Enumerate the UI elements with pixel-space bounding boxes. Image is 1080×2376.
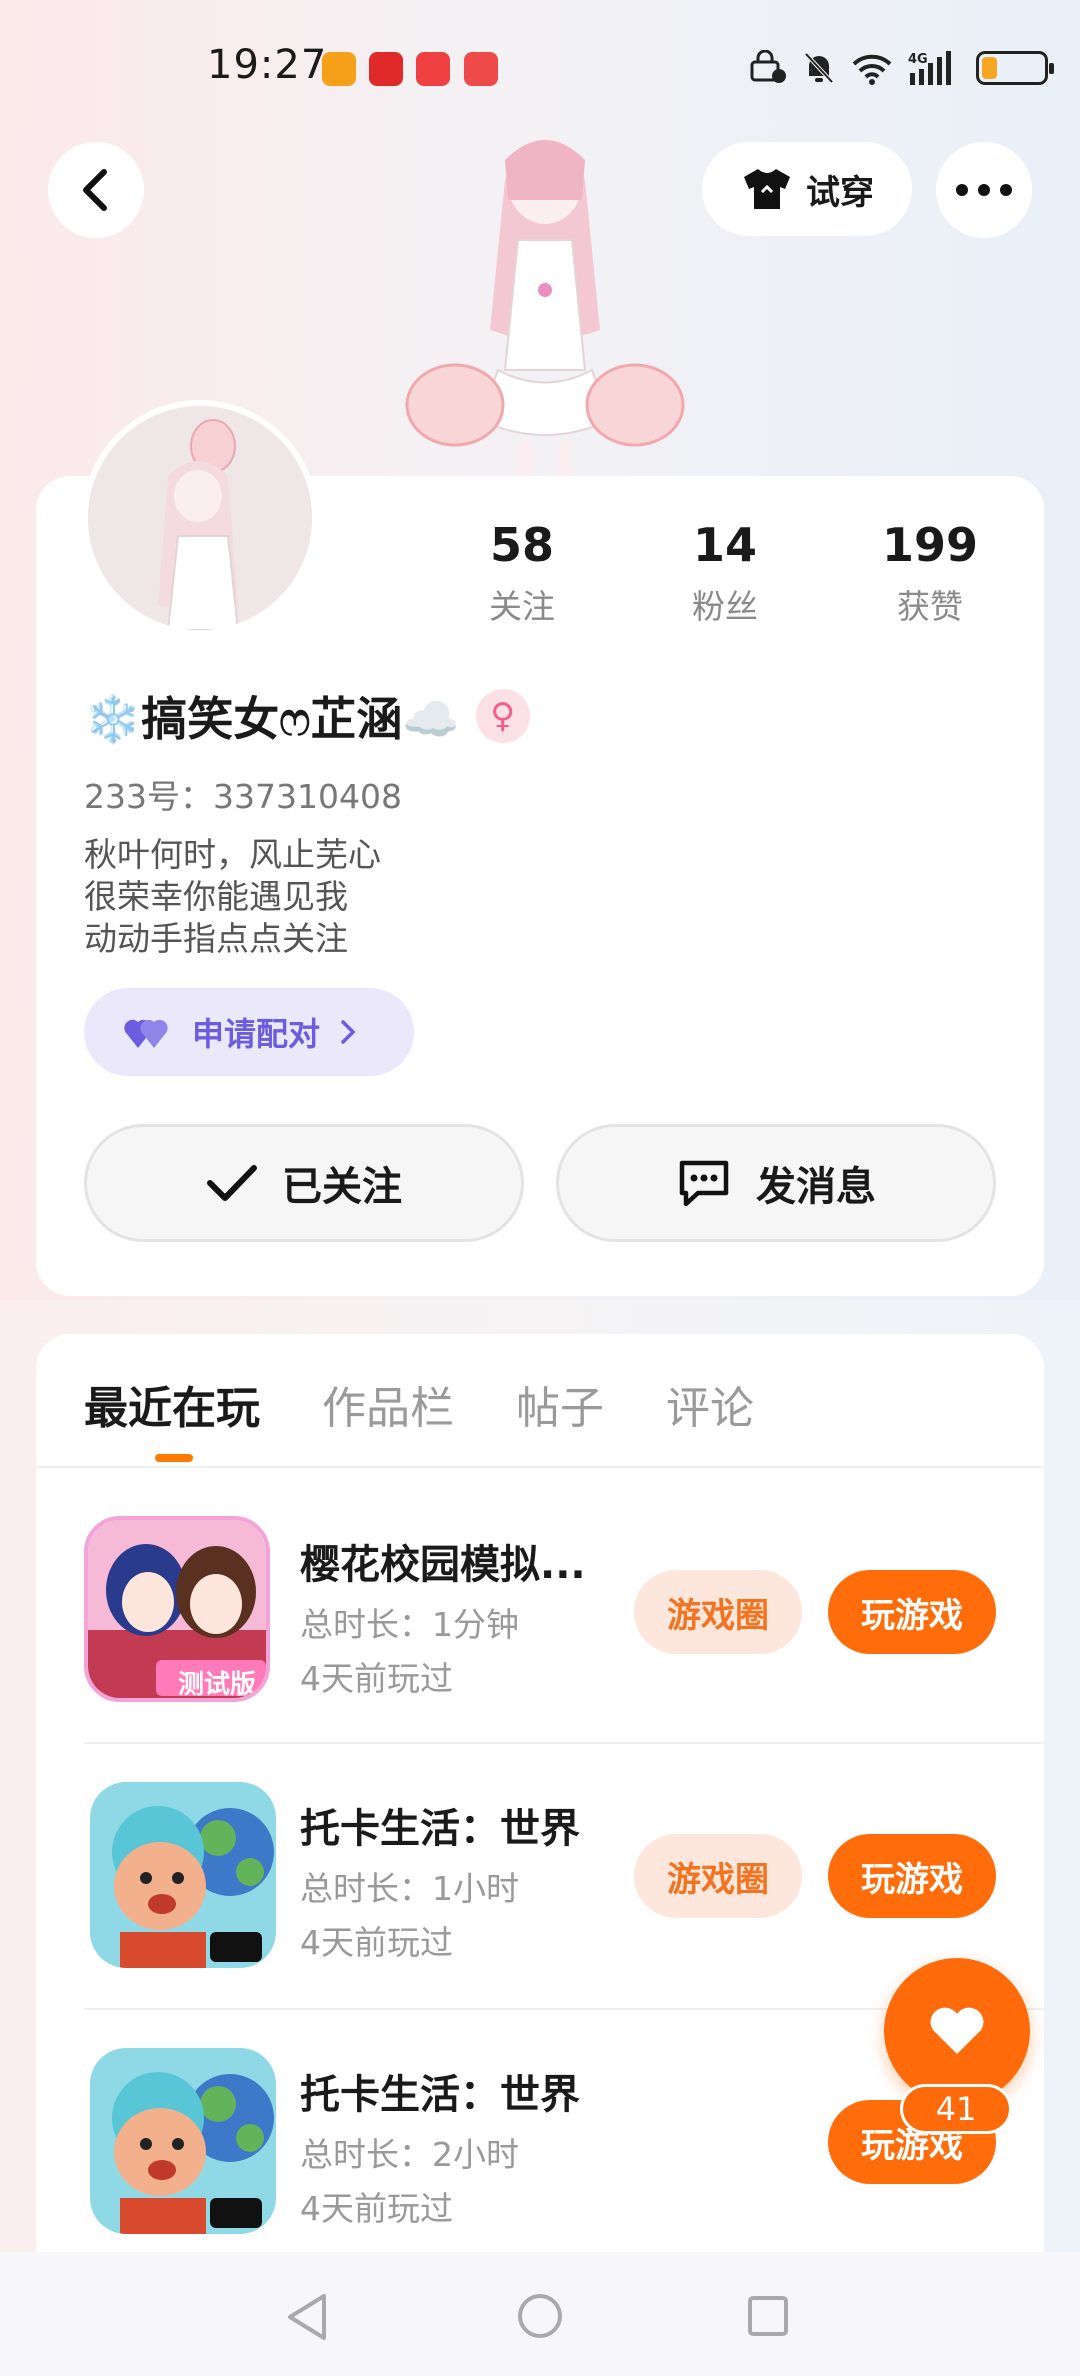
status-time: 19:27: [207, 42, 328, 88]
tab-works[interactable]: 作品栏: [322, 1372, 454, 1436]
stat-likes-count: 199: [881, 518, 979, 572]
profile-nickname: ❄️搞笑女ෆ芷涵☁️ ♀: [84, 683, 530, 749]
tab-posts[interactable]: 帖子: [516, 1372, 604, 1436]
notification-app-icon: [369, 52, 403, 86]
bio-line: 动动手指点点关注: [84, 919, 348, 958]
game-last-played: 4天前玩过: [300, 1659, 453, 1698]
chat-bubble-icon: [679, 1160, 729, 1207]
tab-divider: [36, 1466, 1044, 1468]
followed-button[interactable]: 已关注: [84, 1124, 524, 1242]
game-last-played: 4天前玩过: [300, 1923, 453, 1962]
wifi-icon: [852, 54, 892, 85]
test-version-badge: 测试版: [178, 1670, 257, 1700]
gender-female-icon: ♀: [475, 689, 530, 743]
game-icon-sakura-school[interactable]: 测试版: [84, 1516, 270, 1702]
status-icons: 4G: [748, 46, 1054, 90]
game-title[interactable]: 托卡生活：世界: [300, 2062, 580, 2120]
game-duration: 总时长：1分钟: [300, 1605, 519, 1644]
stat-followers-count: 14: [692, 518, 757, 572]
try-on-button[interactable]: 试穿: [702, 142, 912, 236]
like-button[interactable]: [884, 1958, 1030, 2104]
nav-home-icon[interactable]: [516, 2292, 564, 2340]
like-count-badge: 41: [900, 2084, 1012, 2134]
battery-icon: [976, 51, 1054, 85]
game-title[interactable]: 樱花校园模拟...: [300, 1532, 586, 1590]
svg-text:4G: 4G: [908, 52, 928, 67]
notification-app-icon: [416, 52, 450, 86]
avatar-3d-figure[interactable]: [400, 120, 690, 480]
mute-bell-icon: [804, 52, 834, 84]
play-game-button[interactable]: 玩游戏: [828, 1834, 996, 1918]
avatar[interactable]: [82, 400, 318, 636]
notification-app-icon: [464, 52, 498, 86]
bio-line: 很荣幸你能遇见我: [84, 877, 348, 916]
more-button[interactable]: [936, 142, 1032, 238]
heart-icon: [930, 2007, 984, 2054]
try-on-label: 试穿: [806, 172, 874, 213]
stat-followers-label: 粉丝: [692, 587, 758, 626]
profile-tabs: 最近在玩 作品栏 帖子 评论: [84, 1372, 816, 1436]
tab-recently-played[interactable]: 最近在玩: [84, 1372, 260, 1436]
more-icon: [956, 184, 1012, 196]
back-button[interactable]: [48, 142, 144, 238]
nickname-text: ❄️搞笑女ෆ芷涵☁️: [84, 692, 460, 746]
vpn-icon: [750, 50, 786, 83]
stat-likes-label: 获赞: [897, 587, 963, 626]
shirt-icon: [744, 169, 790, 209]
back-arrow-icon: [83, 169, 107, 211]
avatar-image: [88, 406, 312, 630]
nav-recents-icon[interactable]: [746, 2294, 790, 2338]
game-icon-toca-life[interactable]: [90, 2048, 276, 2234]
game-last-played: 4天前玩过: [300, 2189, 453, 2228]
game-duration: 总时长：2小时: [300, 2135, 519, 2174]
status-bar: 19:27 4G: [0, 0, 1080, 120]
stat-likes[interactable]: 199 获赞: [845, 518, 1015, 628]
profile-bio: 秋叶何时，风止芜心 很荣幸你能遇见我 动动手指点点关注: [84, 834, 381, 960]
system-nav-bar: [0, 2252, 1080, 2376]
game-icon-toca-life[interactable]: [90, 1782, 276, 1968]
list-divider: [84, 1742, 1044, 1744]
stat-following-count: 58: [489, 518, 554, 572]
cellular-signal-icon: 4G: [908, 51, 951, 85]
hearts-icon: [124, 1019, 168, 1048]
bio-line: 秋叶何时，风止芜心: [84, 835, 381, 874]
game-title[interactable]: 托卡生活：世界: [300, 1796, 580, 1854]
stat-following-label: 关注: [489, 587, 555, 626]
user-id[interactable]: 233号：337310408: [84, 770, 402, 818]
request-pair-button[interactable]: 申请配对: [84, 988, 414, 1076]
send-message-button[interactable]: 发消息: [556, 1124, 996, 1242]
game-circle-button[interactable]: 游戏圈: [634, 1834, 802, 1918]
check-icon: [207, 1165, 257, 1201]
chevron-right-icon: [341, 1020, 356, 1044]
stat-following[interactable]: 58 关注: [437, 518, 607, 628]
send-message-label: 发消息: [756, 1164, 876, 1210]
active-tab-indicator: [155, 1454, 193, 1462]
play-game-button[interactable]: 玩游戏: [828, 1570, 996, 1654]
tab-comments[interactable]: 评论: [666, 1372, 754, 1436]
stat-followers[interactable]: 14 粉丝: [640, 518, 810, 628]
followed-label: 已关注: [282, 1164, 402, 1210]
game-circle-button[interactable]: 游戏圈: [634, 1570, 802, 1654]
game-duration: 总时长：1小时: [300, 1869, 519, 1908]
nav-back-icon[interactable]: [284, 2292, 330, 2342]
request-pair-label: 申请配对: [192, 1015, 321, 1053]
notification-app-icon: [322, 52, 356, 86]
